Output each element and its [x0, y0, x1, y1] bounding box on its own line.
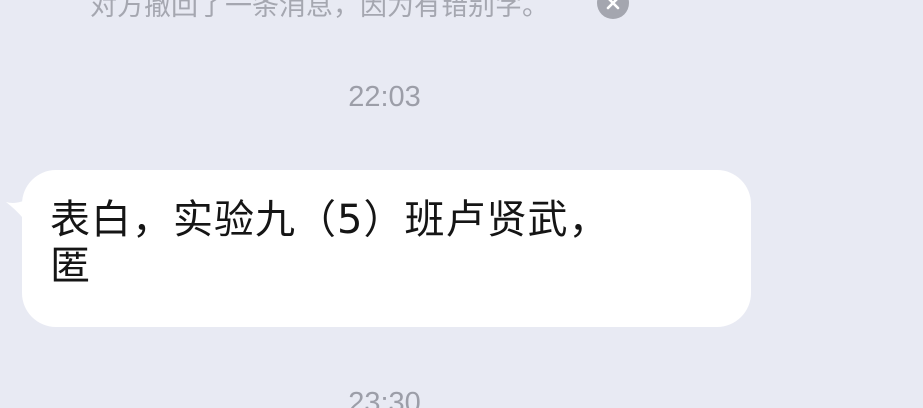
recall-notice: 对方撤回了一条消息，因为有错别字。: [90, 0, 629, 25]
chat-area[interactable]: 对方撤回了一条消息，因为有错别字。 22:03 表白，实验九（5）班卢贤武， 匿…: [0, 0, 923, 408]
message-text-line: 表白，实验九（5）班卢贤武，: [50, 197, 610, 243]
close-icon[interactable]: [597, 0, 629, 19]
message-text-line: 匿: [50, 243, 91, 289]
message-bubble[interactable]: 表白，实验九（5）班卢贤武， 匿: [22, 170, 751, 327]
message-timestamp: 23:30: [348, 387, 421, 408]
message-timestamp: 22:03: [348, 81, 421, 113]
recall-notice-text: 对方撤回了一条消息，因为有错别字。: [90, 0, 549, 22]
